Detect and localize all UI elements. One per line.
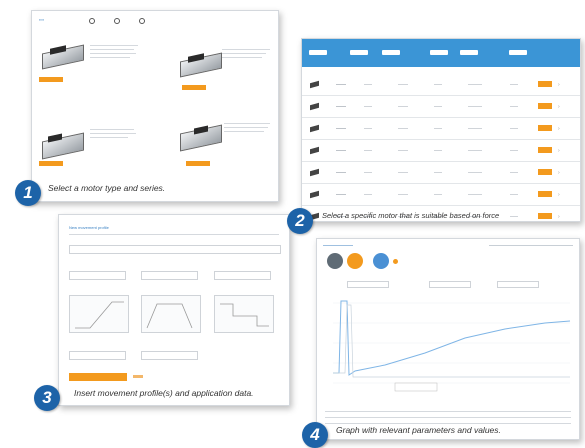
filter-radio-2[interactable] [114, 18, 120, 24]
row-divider [302, 183, 580, 184]
step-4-badge: 4 [302, 422, 328, 448]
row-divider [302, 161, 580, 162]
filter-input[interactable] [309, 50, 327, 55]
graph-panel [316, 238, 580, 440]
result-summary-icon [373, 253, 389, 269]
motor-type-panel: ▪▪▪▪ [31, 10, 279, 202]
filter-input[interactable] [509, 50, 527, 55]
motor-thumbnail [310, 168, 319, 177]
step-3-badge: 3 [34, 385, 60, 411]
filter-input[interactable] [430, 50, 448, 55]
row-arrow-icon[interactable]: › [558, 192, 560, 198]
select-motor-button[interactable] [538, 103, 552, 109]
acceleration-input[interactable] [214, 271, 271, 280]
step-2-badge: 2 [287, 208, 313, 234]
table-row[interactable]: › [302, 167, 580, 181]
graph-selector[interactable] [497, 281, 539, 288]
motor-image[interactable] [180, 123, 222, 152]
step-1-badge: 1 [15, 180, 41, 206]
row-divider [302, 95, 580, 96]
cancel-link[interactable] [133, 375, 143, 378]
motor-thumbnail [310, 190, 319, 199]
row-divider [302, 205, 580, 206]
step-3-caption: Insert movement profile(s) and applicati… [74, 388, 254, 398]
filter-radio-1[interactable] [89, 18, 95, 24]
filter-input[interactable] [460, 50, 478, 55]
select-motor-button[interactable] [538, 169, 552, 175]
profile-summary-icon [347, 253, 363, 269]
row-arrow-icon[interactable]: › [558, 126, 560, 132]
table-row[interactable]: › [302, 123, 580, 137]
select-series-button[interactable] [39, 77, 63, 82]
table-row[interactable]: › [302, 189, 580, 203]
stroke-input[interactable] [69, 271, 126, 280]
table-row[interactable]: › [302, 101, 580, 115]
motor-image[interactable] [42, 43, 84, 70]
position-graph [69, 295, 129, 333]
select-motor-button[interactable] [538, 191, 552, 197]
movement-profile-panel: New movement profile [58, 214, 290, 406]
friction-input[interactable] [141, 351, 198, 360]
motor-thumbnail [310, 146, 319, 155]
select-motor-button[interactable] [538, 147, 552, 153]
acceleration-graph [214, 295, 274, 333]
profile-select[interactable] [69, 245, 281, 254]
graph-selector[interactable] [429, 281, 471, 288]
select-series-button[interactable] [182, 85, 206, 90]
filter-input[interactable] [382, 50, 400, 55]
table-row[interactable]: › [302, 79, 580, 93]
add-profile-button[interactable] [69, 373, 127, 381]
motor-summary-icon [327, 253, 343, 269]
velocity-graph [141, 295, 201, 333]
select-motor-button[interactable] [538, 213, 552, 219]
motor-image[interactable] [180, 51, 222, 78]
row-arrow-icon[interactable]: › [558, 104, 560, 110]
filter-row: ▪▪▪▪ [39, 18, 259, 24]
force-graph [333, 300, 571, 392]
filter-input[interactable] [350, 50, 368, 55]
table-header [302, 39, 580, 67]
select-series-button[interactable] [186, 161, 210, 166]
step-2-caption: Select a specific motor that is suitable… [322, 211, 500, 220]
row-arrow-icon[interactable]: › [558, 214, 560, 220]
mass-input[interactable] [69, 351, 126, 360]
step-1-caption: Select a motor type and series. [48, 183, 166, 193]
row-divider [302, 117, 580, 118]
status-dot [393, 259, 398, 264]
motor-image[interactable] [42, 131, 84, 160]
motor-thumbnail [310, 102, 319, 111]
row-divider [302, 139, 580, 140]
step-4-caption: Graph with relevant parameters and value… [336, 425, 501, 435]
table-row[interactable]: › [302, 145, 580, 159]
select-motor-button[interactable] [538, 81, 552, 87]
panel-title: New movement profile [69, 225, 109, 230]
series-label [184, 35, 204, 40]
motor-thumbnail [310, 124, 319, 133]
motor-types-heading [39, 29, 79, 34]
select-series-button[interactable] [39, 161, 63, 166]
motor-thumbnail [310, 80, 319, 89]
row-arrow-icon[interactable]: › [558, 170, 560, 176]
motor-table-panel: › › › › › › › [301, 38, 581, 222]
time-input[interactable] [141, 271, 198, 280]
row-arrow-icon[interactable]: › [558, 148, 560, 154]
row-arrow-icon[interactable]: › [558, 82, 560, 88]
filter-radio-3[interactable] [139, 18, 145, 24]
select-motor-button[interactable] [538, 125, 552, 131]
graph-selector[interactable] [347, 281, 389, 288]
